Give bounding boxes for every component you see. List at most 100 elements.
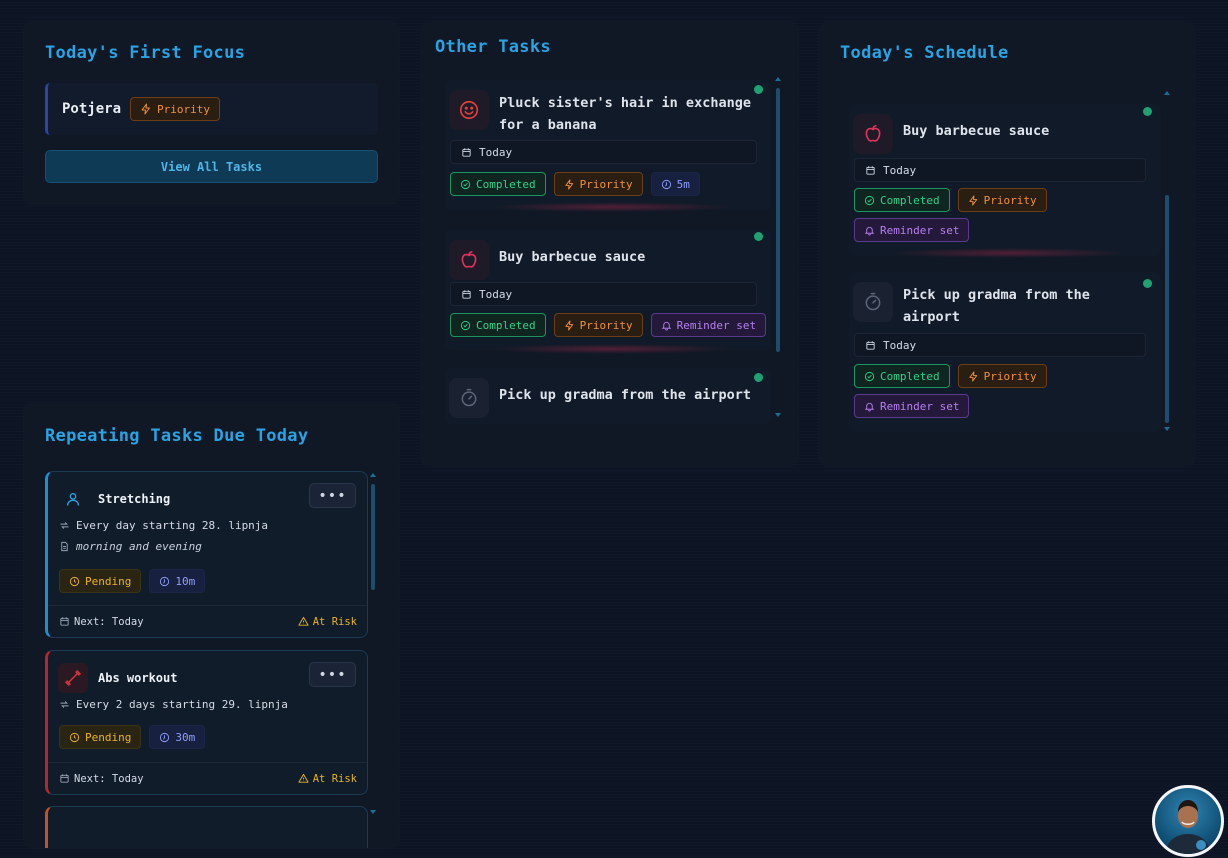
task-title-line: for a banana bbox=[499, 117, 597, 133]
repeating-task-card[interactable]: Stretching ••• Every day starting 28. li… bbox=[45, 471, 368, 638]
pending-badge: Pending bbox=[59, 725, 142, 749]
status-dot bbox=[754, 232, 763, 241]
completed-badge[interactable]: Completed bbox=[450, 172, 546, 196]
schedule-card[interactable]: Pick up gradma from the airport Today Co… bbox=[849, 272, 1161, 432]
reminder-label: Reminder set bbox=[880, 399, 960, 413]
completed-badge[interactable]: Completed bbox=[854, 364, 950, 388]
reminder-badge: Reminder set bbox=[650, 313, 767, 337]
focus-task-name: Potjera bbox=[62, 101, 122, 117]
completed-badge[interactable]: Completed bbox=[450, 313, 546, 337]
repeating-card-footer: Next: Today At Risk bbox=[48, 605, 367, 637]
completed-badge[interactable]: Completed bbox=[854, 188, 950, 212]
task-date: Today bbox=[450, 140, 757, 164]
calendar-icon bbox=[59, 616, 70, 627]
card-glow bbox=[491, 202, 731, 212]
schedule-task-title: Pick up gradma from the airport bbox=[903, 282, 1090, 328]
scroll-down-arrow[interactable] bbox=[1164, 427, 1170, 431]
completed-label: Completed bbox=[880, 193, 940, 207]
task-card[interactable]: Buy barbecue sauce Today Completed Prior… bbox=[445, 230, 771, 350]
task-card[interactable]: Pick up gradma from the airport bbox=[445, 368, 771, 424]
check-circle-icon bbox=[460, 320, 471, 331]
card-glow bbox=[491, 344, 731, 354]
priority-badge: Priority bbox=[957, 188, 1047, 212]
scroll-up-arrow[interactable] bbox=[1164, 91, 1170, 95]
clock-icon bbox=[159, 576, 170, 587]
task-title-line: Pick up gradma from the bbox=[903, 287, 1090, 303]
repeating-task-card[interactable]: Abs workout ••• Every 2 days starting 29… bbox=[45, 650, 368, 795]
task-date-label: Today bbox=[883, 338, 917, 352]
task-date: Today bbox=[854, 158, 1146, 182]
more-options-button[interactable]: ••• bbox=[309, 662, 356, 687]
at-risk-indicator: At Risk bbox=[298, 616, 357, 628]
scroll-up-arrow[interactable] bbox=[775, 77, 781, 81]
lightning-icon bbox=[140, 103, 152, 115]
scrollbar[interactable] bbox=[371, 484, 375, 590]
priority-label: Priority bbox=[579, 318, 633, 332]
task-title: Buy barbecue sauce bbox=[499, 249, 646, 265]
lightning-icon bbox=[968, 370, 979, 382]
priority-badge: Priority bbox=[553, 313, 643, 337]
priority-badge: Priority bbox=[130, 97, 220, 121]
note-row: morning and evening bbox=[59, 540, 202, 553]
stopwatch-icon bbox=[449, 378, 489, 418]
completed-label: Completed bbox=[476, 318, 536, 332]
repeat-icon bbox=[59, 699, 70, 710]
priority-label: Priority bbox=[579, 177, 633, 191]
calendar-icon bbox=[461, 147, 472, 158]
first-focus-panel: Today's First Focus Potjera Priority Vie… bbox=[24, 22, 399, 204]
bell-icon bbox=[864, 401, 875, 412]
more-options-button[interactable]: ••• bbox=[309, 483, 356, 508]
reminder-label: Reminder set bbox=[880, 223, 960, 237]
recurrence-row: Every 2 days starting 29. lipnja bbox=[59, 698, 288, 711]
recurrence-text: Every day starting 28. lipnja bbox=[76, 519, 269, 532]
avatar-portrait bbox=[1165, 800, 1211, 854]
recurrence-text: Every 2 days starting 29. lipnja bbox=[76, 698, 288, 711]
repeating-badges: Pending 30m bbox=[59, 725, 206, 749]
recurrence-row: Every day starting 28. lipnja bbox=[59, 519, 268, 532]
next-date-label: Next: Today bbox=[74, 772, 144, 785]
user-avatar[interactable] bbox=[1152, 785, 1224, 857]
calendar-icon bbox=[865, 165, 876, 176]
pending-label: Pending bbox=[85, 730, 132, 744]
scrollbar[interactable] bbox=[1165, 195, 1169, 423]
lightning-icon bbox=[564, 178, 575, 190]
reminder-badge: Reminder set bbox=[854, 394, 970, 418]
status-dot bbox=[1143, 107, 1152, 116]
task-card[interactable]: Pluck sister's hair in exchange for a ba… bbox=[445, 80, 771, 210]
scroll-down-arrow[interactable] bbox=[775, 413, 781, 417]
task-badges: Completed Priority Reminder set bbox=[854, 364, 1154, 418]
scroll-down-arrow[interactable] bbox=[370, 810, 376, 814]
focus-task[interactable]: Potjera Priority bbox=[45, 83, 378, 135]
at-risk-label: At Risk bbox=[312, 772, 357, 785]
clock-icon bbox=[69, 732, 80, 743]
priority-label: Priority bbox=[983, 193, 1037, 207]
scroll-up-arrow[interactable] bbox=[370, 473, 376, 477]
calendar-icon bbox=[461, 289, 472, 300]
repeating-task-card[interactable] bbox=[45, 806, 368, 848]
repeating-tasks-panel: Repeating Tasks Due Today Stretching •••… bbox=[24, 403, 399, 848]
priority-label: Priority bbox=[983, 369, 1037, 383]
task-badges: Completed Priority 5m bbox=[450, 172, 700, 196]
duration-label: 10m bbox=[175, 574, 196, 588]
dumbbell-icon bbox=[58, 663, 88, 693]
smile-icon bbox=[449, 90, 489, 130]
scrollbar[interactable] bbox=[776, 88, 780, 352]
schedule-card[interactable]: Buy barbecue sauce Today Completed Prior… bbox=[849, 104, 1161, 256]
bell-icon bbox=[661, 320, 672, 331]
document-icon bbox=[59, 541, 70, 552]
bell-icon bbox=[864, 225, 875, 236]
view-all-tasks-button[interactable]: View All Tasks bbox=[45, 150, 378, 183]
next-date: Next: Today bbox=[59, 616, 144, 628]
repeating-task-name: Stretching bbox=[98, 492, 171, 506]
pending-label: Pending bbox=[85, 574, 132, 588]
clock-icon bbox=[69, 576, 80, 587]
pending-badge: Pending bbox=[59, 569, 142, 593]
status-dot bbox=[754, 373, 763, 382]
warning-icon bbox=[298, 616, 309, 627]
check-circle-icon bbox=[864, 195, 875, 206]
check-circle-icon bbox=[460, 179, 471, 190]
reminder-badge: Reminder set bbox=[854, 218, 970, 242]
priority-badge: Priority bbox=[553, 172, 643, 196]
repeat-icon bbox=[59, 520, 70, 531]
clock-icon bbox=[661, 179, 672, 190]
